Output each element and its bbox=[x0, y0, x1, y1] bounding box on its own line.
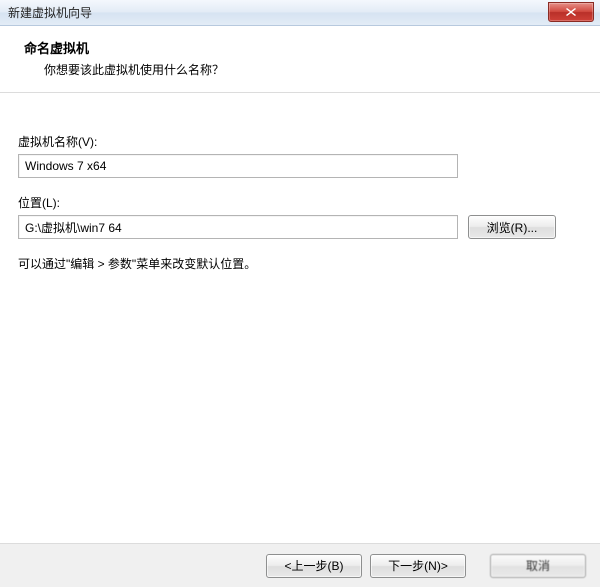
window-title: 新建虚拟机向导 bbox=[8, 4, 92, 21]
location-group: 位置(L): 浏览(R)... bbox=[18, 194, 582, 239]
vm-name-label: 虚拟机名称(V): bbox=[18, 133, 582, 150]
page-subtitle: 你想要该此虚拟机使用什么名称？ bbox=[24, 61, 584, 78]
back-button[interactable]: <上一步(B) bbox=[266, 554, 362, 578]
next-button[interactable]: 下一步(N)> bbox=[370, 554, 466, 578]
location-input[interactable] bbox=[18, 215, 458, 239]
close-button[interactable] bbox=[548, 2, 594, 22]
wizard-footer: <上一步(B) 下一步(N)> 取消 bbox=[0, 543, 600, 587]
page-title: 命名虚拟机 bbox=[24, 38, 584, 57]
hint-text: 可以通过"编辑 > 参数"菜单来改变默认位置。 bbox=[18, 255, 582, 272]
wizard-body: 虚拟机名称(V): 位置(L): 浏览(R)... 可以通过"编辑 > 参数"菜… bbox=[0, 93, 600, 282]
location-label: 位置(L): bbox=[18, 194, 582, 211]
wizard-window: 新建虚拟机向导 命名虚拟机 你想要该此虚拟机使用什么名称？ 虚拟机名称(V): … bbox=[0, 0, 600, 587]
vm-name-input[interactable] bbox=[18, 154, 458, 178]
wizard-header: 命名虚拟机 你想要该此虚拟机使用什么名称？ bbox=[0, 26, 600, 93]
cancel-button[interactable]: 取消 bbox=[490, 554, 586, 578]
browse-button[interactable]: 浏览(R)... bbox=[468, 215, 556, 239]
vm-name-group: 虚拟机名称(V): bbox=[18, 133, 582, 178]
close-icon bbox=[566, 8, 576, 16]
titlebar: 新建虚拟机向导 bbox=[0, 0, 600, 26]
